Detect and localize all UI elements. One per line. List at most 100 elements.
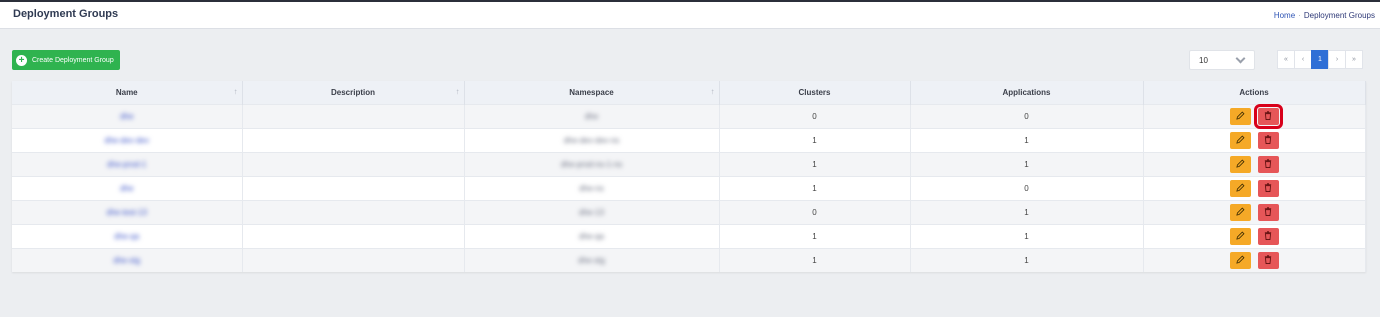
- pencil-icon: [1235, 183, 1245, 194]
- deployment-group-name-link[interactable]: dhe-prod-1: [107, 160, 146, 169]
- column-header-name[interactable]: Name ↑: [12, 81, 243, 104]
- first-page-button[interactable]: «: [1277, 50, 1295, 69]
- deployment-group-name-link[interactable]: dhe-dev-dev: [105, 136, 149, 145]
- page-header: Deployment Groups Home · Deployment Groups: [0, 2, 1380, 29]
- plus-circle-icon: +: [16, 54, 27, 66]
- edit-button[interactable]: [1229, 107, 1251, 125]
- column-header-applications: Applications: [910, 81, 1144, 104]
- delete-button[interactable]: [1257, 131, 1279, 149]
- breadcrumb-home-link[interactable]: Home: [1274, 11, 1295, 20]
- namespace-text: dhe-qa: [579, 231, 604, 241]
- delete-button[interactable]: [1257, 155, 1279, 173]
- deployment-group-name-link[interactable]: dhe-test-13: [107, 208, 147, 217]
- delete-button[interactable]: [1257, 227, 1279, 245]
- cell-description: [242, 103, 465, 128]
- row-actions: [1229, 103, 1283, 129]
- cell-applications: 1: [910, 223, 1144, 248]
- trash-icon: [1264, 134, 1272, 146]
- cell-actions: [1143, 247, 1366, 272]
- cell-description: [242, 223, 465, 248]
- table-header-row: Name ↑ Description ↑ Namespace ↑ Clusters A…: [12, 81, 1366, 104]
- cell-name[interactable]: dhe: [12, 103, 243, 128]
- table-row: dhe-test-13 dhe-13 0 1: [12, 199, 1366, 224]
- cell-name[interactable]: dhe: [12, 175, 243, 200]
- next-page-button[interactable]: ›: [1328, 50, 1346, 69]
- cell-applications: 1: [910, 247, 1144, 272]
- cell-actions: [1143, 223, 1366, 248]
- cell-clusters: 0: [719, 199, 911, 224]
- cell-clusters: 1: [719, 247, 911, 272]
- delete-button[interactable]: [1257, 179, 1279, 197]
- cell-namespace: dhe-stg: [464, 247, 720, 272]
- edit-button[interactable]: [1229, 131, 1251, 149]
- column-header-namespace[interactable]: Namespace ↑: [464, 81, 720, 104]
- column-header-clusters: Clusters: [719, 81, 911, 104]
- cell-name[interactable]: dhe-qa: [12, 223, 243, 248]
- breadcrumb-separator: ·: [1298, 11, 1301, 20]
- cell-actions: [1143, 127, 1366, 152]
- trash-icon: [1264, 158, 1272, 170]
- sort-arrow-icon[interactable]: ↑: [234, 87, 238, 96]
- column-header-description[interactable]: Description ↑: [242, 81, 465, 104]
- edit-button[interactable]: [1229, 155, 1251, 173]
- edit-button[interactable]: [1229, 227, 1251, 245]
- page-size-select[interactable]: 10: [1189, 50, 1255, 70]
- namespace-text: dhe-prod-ns-1-ns: [560, 159, 623, 169]
- prev-page-button[interactable]: ‹: [1294, 50, 1312, 69]
- last-page-button[interactable]: »: [1345, 50, 1363, 69]
- trash-icon: [1264, 206, 1272, 218]
- cell-name[interactable]: dhe-test-13: [12, 199, 243, 224]
- table-row: dhe-qa dhe-qa 1 1: [12, 223, 1366, 248]
- table-row: dhe-stg dhe-stg 1 1: [12, 247, 1366, 272]
- cell-actions: [1143, 103, 1366, 129]
- page-title: Deployment Groups: [13, 8, 119, 20]
- deployment-group-name-link[interactable]: dhe: [120, 184, 133, 193]
- trash-icon: [1264, 182, 1272, 194]
- breadcrumb-current: Deployment Groups: [1303, 11, 1375, 20]
- cell-clusters: 1: [719, 127, 911, 152]
- create-deployment-group-button[interactable]: + Create Deployment Group: [12, 50, 120, 70]
- table-row: dhe dhe 0 0: [12, 103, 1366, 129]
- delete-button[interactable]: [1253, 103, 1283, 129]
- trash-icon: [1264, 230, 1272, 242]
- sort-arrow-icon[interactable]: ↑: [456, 87, 460, 96]
- cell-name[interactable]: dhe-dev-dev: [12, 127, 243, 152]
- deployment-group-name-link[interactable]: dhe-stg: [113, 256, 140, 265]
- pencil-icon: [1235, 135, 1245, 146]
- cell-name[interactable]: dhe-stg: [12, 247, 243, 272]
- sort-arrow-icon[interactable]: ↑: [711, 87, 715, 96]
- cell-name[interactable]: dhe-prod-1: [12, 151, 243, 176]
- pencil-icon: [1235, 111, 1245, 122]
- namespace-text: dhe-dev-dev-ns: [563, 135, 620, 145]
- cell-applications: 0: [910, 175, 1144, 200]
- cell-description: [242, 199, 465, 224]
- table-row: dhe-dev-dev dhe-dev-dev-ns 1 1: [12, 127, 1366, 152]
- pencil-icon: [1235, 231, 1245, 242]
- breadcrumb: Home · Deployment Groups: [1274, 11, 1375, 20]
- table-row: dhe-prod-1 dhe-prod-ns-1-ns 1 1: [12, 151, 1366, 176]
- cell-namespace: dhe-ns: [464, 175, 720, 200]
- cell-applications: 1: [910, 199, 1144, 224]
- edit-button[interactable]: [1229, 251, 1251, 269]
- cell-clusters: 1: [719, 151, 911, 176]
- deployment-group-name-link[interactable]: dhe-qa: [114, 232, 139, 241]
- pagination: « ‹ 1 › »: [1277, 50, 1363, 69]
- delete-button[interactable]: [1257, 251, 1279, 269]
- pencil-icon: [1235, 255, 1245, 266]
- namespace-text: dhe-stg: [578, 255, 605, 265]
- page-1-button[interactable]: 1: [1311, 50, 1329, 69]
- cell-actions: [1143, 199, 1366, 224]
- cell-actions: [1143, 151, 1366, 176]
- cell-namespace: dhe-qa: [464, 223, 720, 248]
- cell-clusters: 0: [719, 103, 911, 128]
- edit-button[interactable]: [1229, 179, 1251, 197]
- cell-actions: [1143, 175, 1366, 200]
- deployment-groups-table: Name ↑ Description ↑ Namespace ↑ Clusters A…: [12, 81, 1366, 272]
- cell-description: [242, 127, 465, 152]
- cell-description: [242, 247, 465, 272]
- edit-button[interactable]: [1229, 203, 1251, 221]
- deployment-group-name-link[interactable]: dhe: [120, 112, 133, 121]
- cell-clusters: 1: [719, 223, 911, 248]
- delete-button[interactable]: [1257, 203, 1279, 221]
- cell-namespace: dhe-13: [464, 199, 720, 224]
